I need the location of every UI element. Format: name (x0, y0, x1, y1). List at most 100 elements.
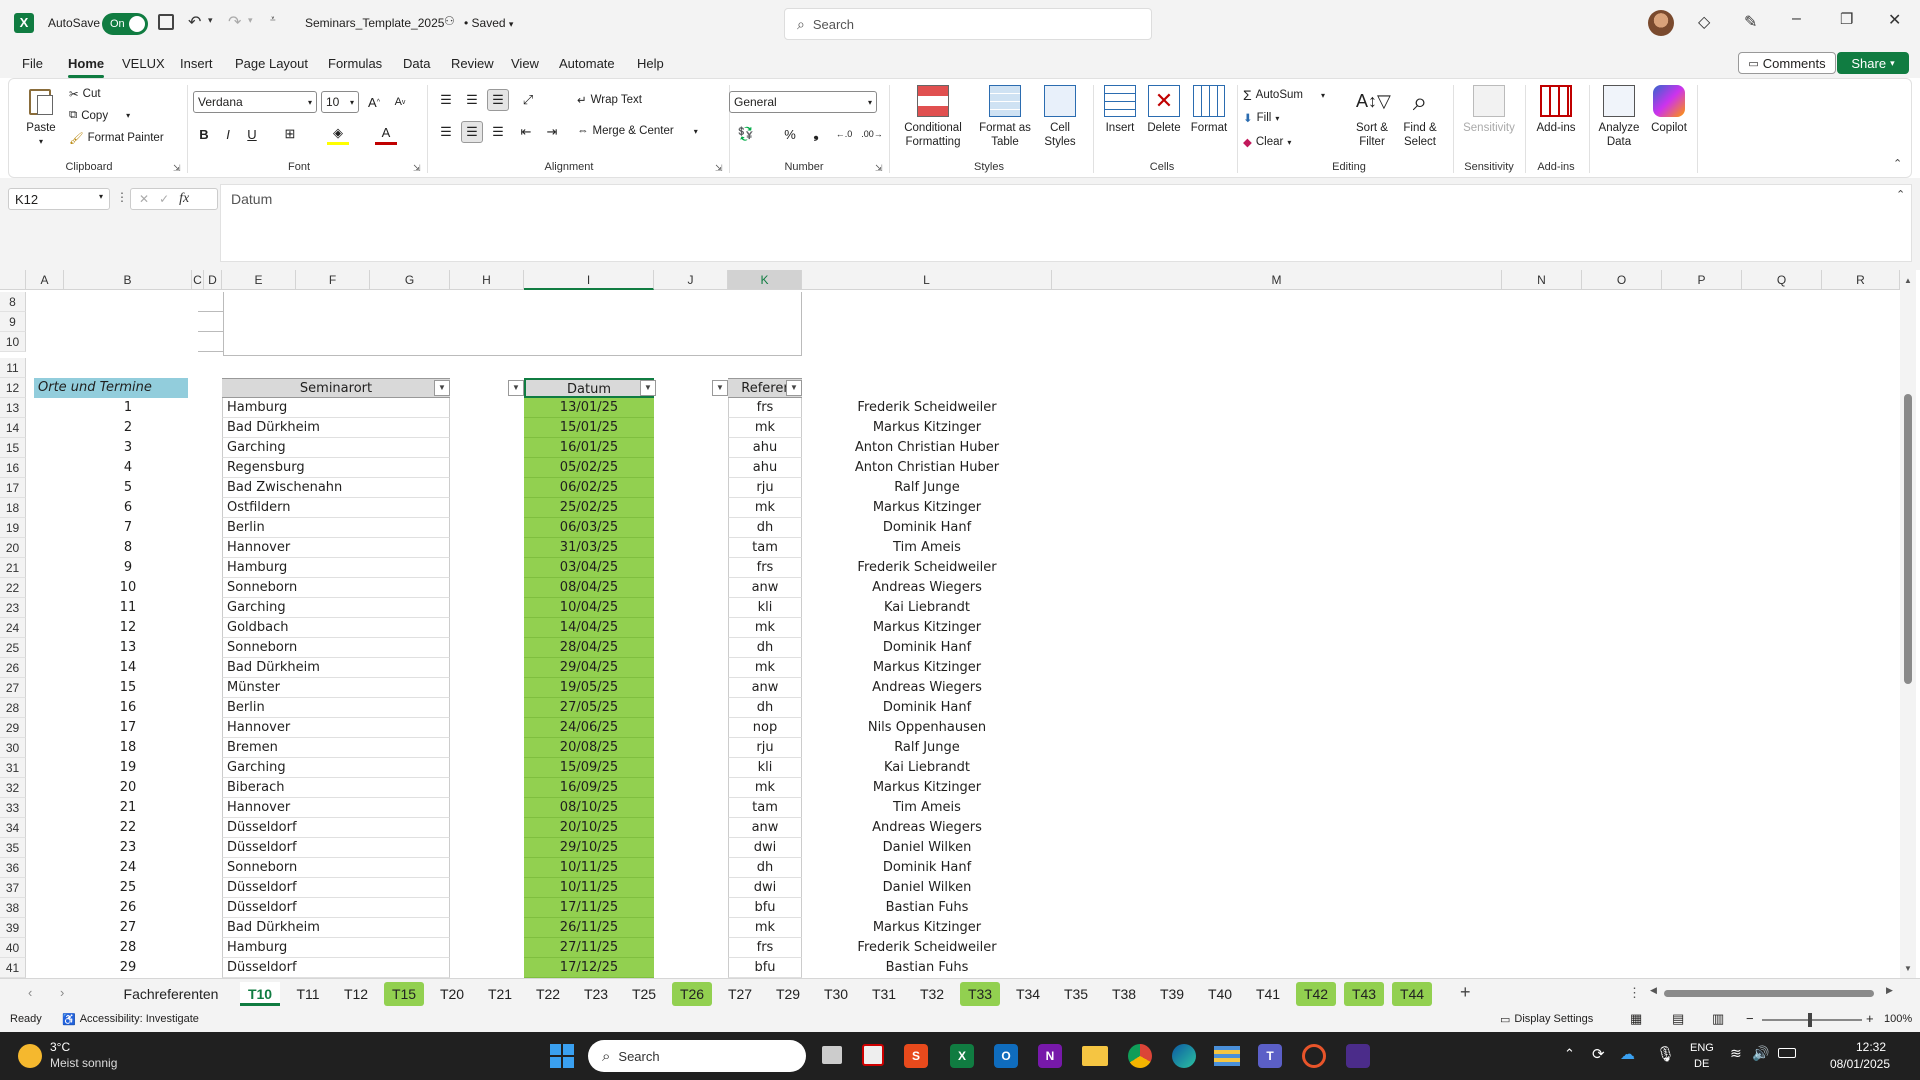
referent-name[interactable]: Dominik Hanf (802, 858, 1052, 878)
seminar-number[interactable]: 10 (64, 578, 192, 598)
seminar-ort[interactable]: Hannover (222, 538, 450, 558)
font-name-combo[interactable]: Verdana ▾ (193, 91, 317, 113)
share-button[interactable]: Share ▾ (1837, 52, 1909, 74)
seminar-datum[interactable]: 29/04/25 (524, 658, 654, 678)
referent-name[interactable]: Nils Oppenhausen (802, 718, 1052, 738)
referent-name[interactable]: Anton Christian Huber (802, 458, 1052, 478)
referent-name[interactable]: Daniel Wilken (802, 838, 1052, 858)
page-break-view-icon[interactable]: ▥ (1712, 1011, 1724, 1027)
seminar-number[interactable]: 25 (64, 878, 192, 898)
sheet-tab-t38[interactable]: T38 (1104, 982, 1144, 1006)
sheet-tab-t34[interactable]: T34 (1008, 982, 1048, 1006)
file-explorer-icon[interactable] (1082, 1046, 1108, 1066)
autosum-button[interactable]: Σ AutoSum ▾ (1243, 87, 1325, 103)
onedrive-icon[interactable]: ☁ (1620, 1045, 1635, 1063)
seminar-ort[interactable]: Biberach (222, 778, 450, 798)
onenote-taskbar-icon[interactable]: N (1038, 1044, 1062, 1068)
dialog-launcher-icon[interactable]: ⇲ (715, 163, 723, 174)
align-bottom-icon[interactable]: ☰ (487, 89, 509, 111)
referent-kuerzel[interactable]: tam (728, 538, 802, 558)
seminar-ort[interactable]: Düsseldorf (222, 898, 450, 918)
referent-kuerzel[interactable]: dh (728, 518, 802, 538)
clock-time[interactable]: 12:32 (1832, 1040, 1886, 1054)
wrap-text-button[interactable]: ↵ Wrap Text (577, 93, 642, 107)
row-header[interactable]: 19 (0, 518, 26, 538)
seminar-datum[interactable]: 29/10/25 (524, 838, 654, 858)
referent-kuerzel[interactable]: tam (728, 798, 802, 818)
menu-automate[interactable]: Automate (559, 54, 615, 74)
column-header-b[interactable]: B (64, 270, 192, 290)
increase-font-icon[interactable]: A ^ (363, 91, 385, 113)
row-header[interactable]: 18 (0, 498, 26, 518)
scroll-down-icon[interactable]: ▼ (1904, 964, 1912, 973)
undo-dropdown-icon[interactable]: ▾ (208, 15, 213, 26)
referent-kuerzel[interactable]: kli (728, 758, 802, 778)
insert-button[interactable]: Insert (1099, 85, 1141, 135)
seminar-datum[interactable]: 19/05/25 (524, 678, 654, 698)
column-header-g[interactable]: G (370, 270, 450, 290)
referent-name[interactable]: Markus Kitzinger (802, 618, 1052, 638)
seminar-number[interactable]: 8 (64, 538, 192, 558)
seminar-number[interactable]: 22 (64, 818, 192, 838)
scroll-thumb[interactable] (1904, 394, 1912, 684)
seminar-datum[interactable]: 28/04/25 (524, 638, 654, 658)
seminar-ort[interactable]: Sonneborn (222, 638, 450, 658)
menu-review[interactable]: Review (451, 54, 494, 74)
cut-button[interactable]: ✂ Cut (69, 87, 101, 101)
seminar-datum[interactable]: 10/04/25 (524, 598, 654, 618)
row-header[interactable]: 20 (0, 538, 26, 558)
referent-kuerzel[interactable]: mk (728, 618, 802, 638)
expand-formula-icon[interactable]: ⌃ (1896, 188, 1905, 201)
column-header-m[interactable]: M (1052, 270, 1502, 290)
seminar-number[interactable]: 3 (64, 438, 192, 458)
tray-chevron-icon[interactable]: ⌃ (1564, 1046, 1575, 1062)
header-seminarort[interactable]: Seminarort (222, 378, 450, 398)
row-header[interactable]: 10 (0, 332, 26, 352)
referent-kuerzel[interactable]: anw (728, 678, 802, 698)
row-header[interactable]: 38 (0, 898, 26, 918)
seminar-ort[interactable]: Berlin (222, 518, 450, 538)
menu-formulas[interactable]: Formulas (328, 54, 382, 74)
diamond-icon[interactable]: ◇ (1698, 12, 1710, 32)
decrease-font-icon[interactable]: Av (389, 91, 411, 113)
row-header[interactable]: 31 (0, 758, 26, 778)
referent-name[interactable]: Tim Ameis (802, 798, 1052, 818)
row-header[interactable]: 8 (0, 292, 26, 312)
file-name[interactable]: Seminars_Template_2025 (305, 16, 444, 30)
maximize-icon[interactable]: ❐ (1840, 10, 1853, 28)
seminar-datum[interactable]: 24/06/25 (524, 718, 654, 738)
tab-prev-icon[interactable]: ‹ (28, 985, 32, 1000)
seminar-datum[interactable]: 13/01/25 (524, 398, 654, 418)
enter-icon[interactable]: ✓ (159, 192, 169, 206)
row-header[interactable]: 40 (0, 938, 26, 958)
seminar-number[interactable]: 17 (64, 718, 192, 738)
row-header[interactable]: 41 (0, 958, 26, 978)
row-header[interactable]: 21 (0, 558, 26, 578)
column-header-o[interactable]: O (1582, 270, 1662, 290)
sheet-tab-t27[interactable]: T27 (720, 982, 760, 1006)
referent-name[interactable]: Dominik Hanf (802, 518, 1052, 538)
hscroll-thumb[interactable] (1664, 990, 1874, 997)
seminar-number[interactable]: 11 (64, 598, 192, 618)
row-header[interactable]: 26 (0, 658, 26, 678)
row-header[interactable]: 14 (0, 418, 26, 438)
seminar-ort[interactable]: Düsseldorf (222, 818, 450, 838)
seminar-number[interactable]: 21 (64, 798, 192, 818)
seminar-ort[interactable]: Hannover (222, 718, 450, 738)
seminar-number[interactable]: 6 (64, 498, 192, 518)
customize-qat-icon[interactable]: ⩡ (270, 14, 276, 25)
more-icon[interactable]: ⋮ (116, 190, 128, 204)
seminar-ort[interactable]: Düsseldorf (222, 838, 450, 858)
format-as-table-button[interactable]: Format as Table (975, 85, 1035, 149)
seminar-number[interactable]: 20 (64, 778, 192, 798)
column-header-h[interactable]: H (450, 270, 524, 290)
seminar-ort[interactable]: Garching (222, 598, 450, 618)
referent-name[interactable]: Bastian Fuhs (802, 958, 1052, 978)
row-header[interactable]: 12 (0, 378, 26, 398)
seminar-datum[interactable]: 25/02/25 (524, 498, 654, 518)
column-header-d[interactable]: D (204, 270, 222, 290)
referent-kuerzel[interactable]: anw (728, 818, 802, 838)
excel-taskbar-icon[interactable]: X (950, 1044, 974, 1068)
column-header-k[interactable]: K (728, 270, 802, 290)
find-select-button[interactable]: ⌕ Find & Select (1397, 85, 1443, 149)
